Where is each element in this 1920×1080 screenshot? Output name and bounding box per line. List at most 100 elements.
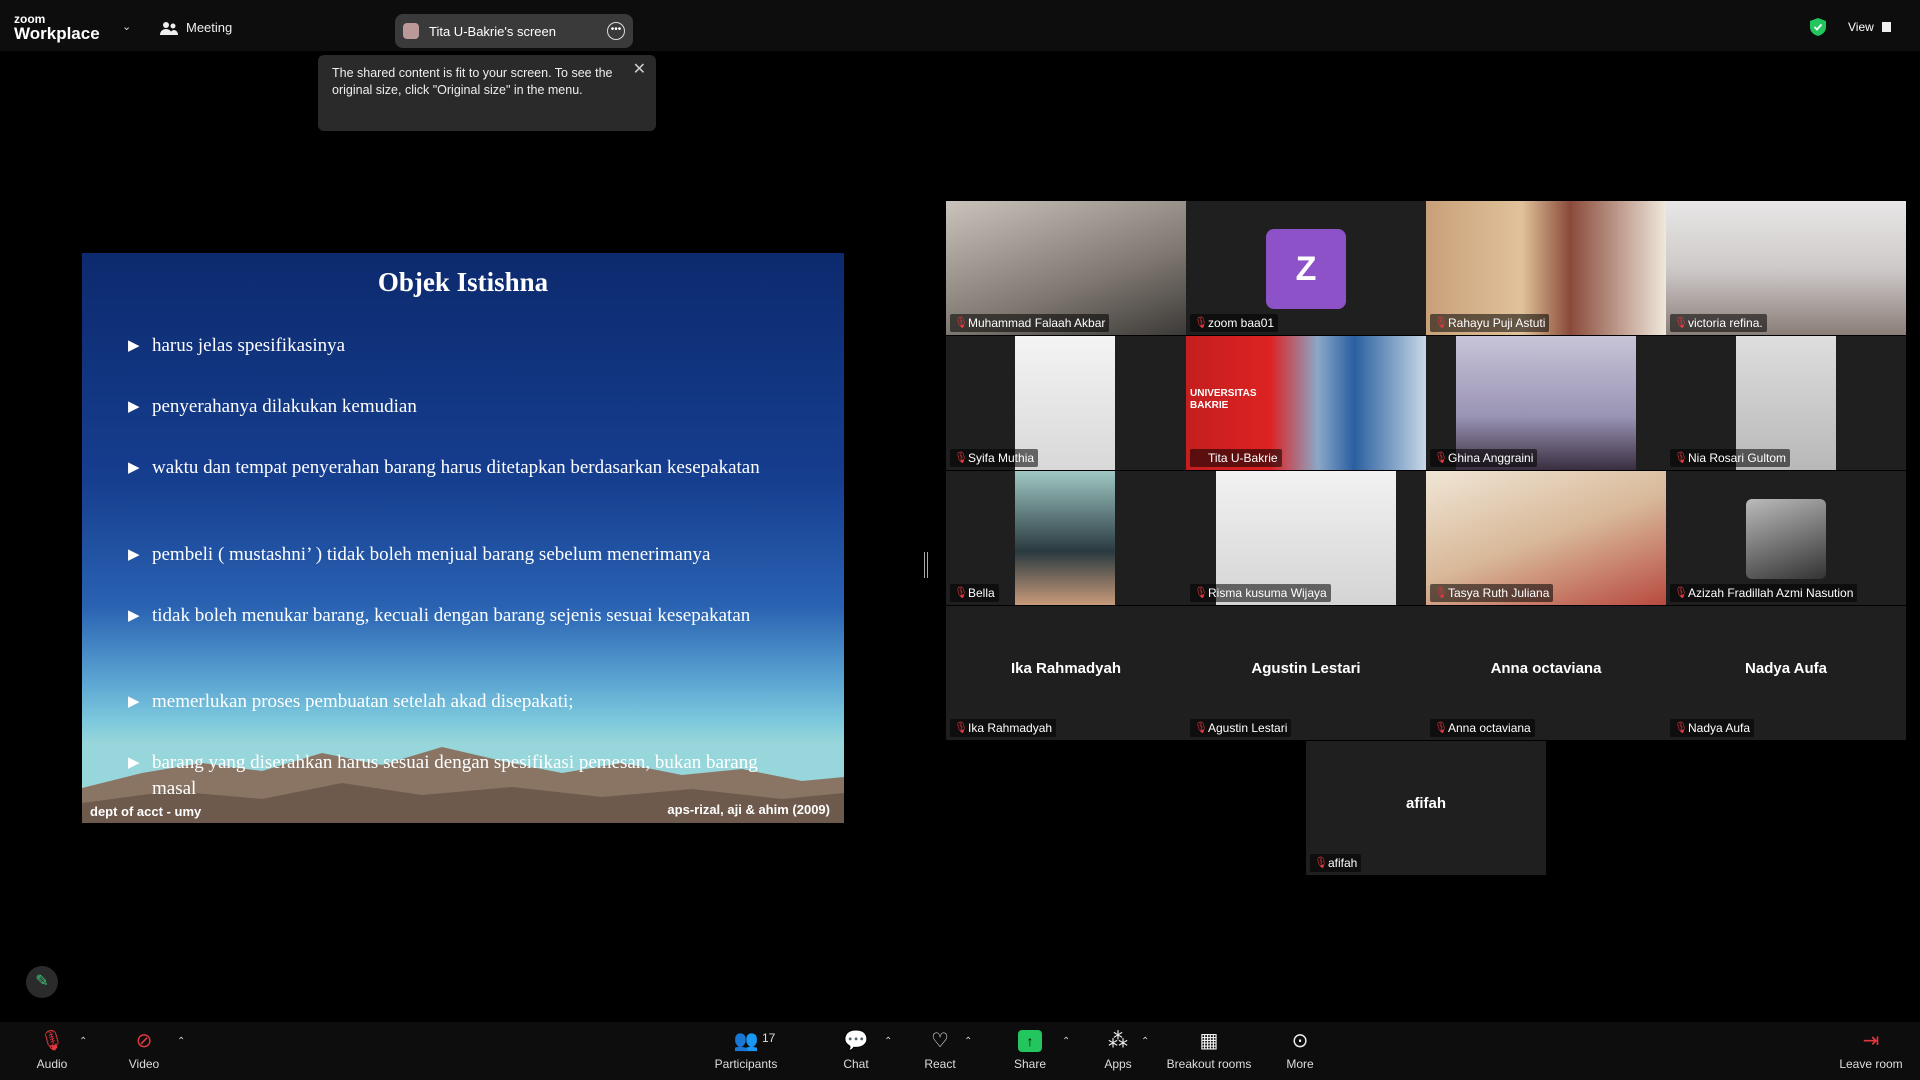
view-label: View	[1848, 20, 1874, 34]
audio-options-caret-icon[interactable]: ⌃	[79, 1036, 87, 1047]
resize-handle[interactable]	[924, 552, 928, 578]
participant-display-name: Anna octaviana	[1490, 660, 1602, 677]
participant-tile[interactable]: Nadya Aufa 🎙 Nadya Aufa	[1666, 606, 1906, 740]
chat-label: Chat	[843, 1057, 869, 1071]
shield-icon[interactable]	[1810, 18, 1826, 36]
muted-mic-icon: 🎙	[1674, 452, 1688, 464]
participant-name: 🎙 Syifa Muthia	[950, 449, 1039, 467]
more-label: More	[1286, 1057, 1314, 1071]
meeting-menu-button[interactable]: Meeting	[160, 20, 232, 35]
video-button[interactable]: ⊘ Video	[124, 1028, 164, 1071]
participant-tile[interactable]: afifah 🎙 afifah	[1306, 741, 1546, 875]
video-off-icon: ⊘	[135, 1030, 153, 1052]
video-feed	[1015, 471, 1115, 605]
annotate-pen-icon[interactable]: ✎	[26, 966, 58, 998]
participant-tile[interactable]: 🎙 Azizah Fradillah Azmi Nasution	[1666, 471, 1906, 605]
muted-mic-icon: 🎙	[39, 1030, 65, 1052]
breakout-rooms-button[interactable]: ▦ Breakout rooms	[1162, 1028, 1256, 1071]
leave-icon: ⇥	[1862, 1030, 1880, 1052]
muted-mic-icon: 🎙	[1314, 857, 1328, 869]
participants-label: Participants	[714, 1057, 778, 1071]
participant-tile[interactable]: 🎙 Muhammad Falaah Akbar	[946, 201, 1186, 335]
video-options-caret-icon[interactable]: ⌃	[177, 1036, 185, 1047]
participant-display-name: Agustin Lestari	[1251, 660, 1361, 677]
chat-button[interactable]: 💬 Chat	[836, 1028, 876, 1071]
participant-display-name: Ika Rahmadyah	[1010, 660, 1122, 677]
participant-tile[interactable]: 🎙 Risma kusuma Wijaya	[1186, 471, 1426, 605]
participant-name: 🎙 Risma kusuma Wijaya	[1190, 584, 1331, 602]
participant-tile[interactable]: Z 🎙 zoom baa01	[1186, 201, 1426, 335]
triangle-icon: ▶	[128, 755, 140, 771]
slide-title: Objek Istishna	[377, 267, 549, 297]
screen-share-indicator[interactable]: Tita U-Bakrie's screen •••	[395, 14, 633, 48]
participant-tile[interactable]: Anna octaviana 🎙 Anna octaviana	[1426, 606, 1666, 740]
react-options-caret-icon[interactable]: ⌃	[964, 1036, 972, 1047]
avatar	[1746, 499, 1826, 579]
muted-mic-icon: 🎙	[954, 722, 968, 734]
leave-label: Leave room	[1839, 1057, 1903, 1071]
view-button[interactable]: View	[1848, 20, 1891, 34]
participant-tile[interactable]: Ika Rahmadyah 🎙 Ika Rahmadyah	[946, 606, 1186, 740]
slide-bullet: ▶ pembeli ( mustashni’ ) tidak boleh menj…	[128, 542, 828, 568]
muted-mic-icon: 🎙	[1434, 722, 1448, 734]
background-banner-text: UNIVERSITAS BAKRIE	[1190, 388, 1257, 411]
logo-big-text: Workplace	[14, 24, 100, 43]
audio-label: Audio	[36, 1057, 68, 1071]
active-speaker-tile[interactable]: UNIVERSITAS BAKRIE Tita U-Bakrie	[1186, 336, 1426, 470]
participant-tile[interactable]: 🎙 victoria refina.	[1666, 201, 1906, 335]
grid-icon: ▦	[1199, 1030, 1219, 1052]
muted-mic-icon: 🎙	[1434, 317, 1448, 329]
more-options-icon[interactable]: •••	[607, 22, 625, 40]
leave-room-button[interactable]: ⇥ Leave room	[1836, 1028, 1906, 1071]
participant-name: 🎙 Tasya Ruth Juliana	[1430, 584, 1554, 602]
participant-tile[interactable]: 🎙 Bella	[946, 471, 1186, 605]
apps-label: Apps	[1104, 1057, 1132, 1071]
triangle-icon: ▶	[128, 399, 140, 415]
participant-name: Tita U-Bakrie	[1190, 449, 1282, 467]
share-options-caret-icon[interactable]: ⌃	[1062, 1036, 1070, 1047]
participant-name: 🎙 Nadya Aufa	[1670, 719, 1755, 737]
audio-button[interactable]: 🎙 Audio	[32, 1028, 72, 1071]
apps-options-caret-icon[interactable]: ⌃	[1141, 1036, 1149, 1047]
participant-display-name: afifah	[1405, 795, 1446, 812]
participant-tile[interactable]: 🎙 Rahayu Puji Astuti	[1426, 201, 1666, 335]
participants-count: 17	[762, 1031, 776, 1045]
participant-tile[interactable]: 🎙 Tasya Ruth Juliana	[1426, 471, 1666, 605]
react-button[interactable]: ♡ React	[920, 1028, 960, 1071]
participant-tile[interactable]: 🎙 Ghina Anggraini	[1426, 336, 1666, 470]
slide-bullet: ▶ waktu dan tempat penyerahan barang haru…	[128, 455, 768, 481]
meeting-toolbar: 🎙 Audio ⌃ ⊘ Video ⌃ 👥 Participants 17 💬 …	[0, 1022, 1920, 1080]
triangle-icon: ▶	[128, 547, 140, 563]
participant-name: 🎙 victoria refina.	[1670, 314, 1767, 332]
muted-mic-icon: 🎙	[1674, 587, 1688, 599]
slide-footer-right: aps-rizal, aji & ahim (2009)	[667, 802, 830, 817]
triangle-icon: ▶	[128, 608, 140, 624]
breakout-label: Breakout rooms	[1166, 1057, 1252, 1071]
apps-button[interactable]: ⁂ Apps	[1098, 1028, 1138, 1071]
tooltip-text: The shared content is fit to your screen…	[332, 66, 613, 97]
share-button[interactable]: ↑ Share	[1010, 1028, 1050, 1071]
muted-mic-icon: 🎙	[1674, 317, 1688, 329]
zoom-logo[interactable]: zoom Workplace	[14, 13, 100, 42]
participant-name: 🎙 afifah	[1310, 854, 1362, 872]
triangle-icon: ▶	[128, 460, 140, 476]
muted-mic-icon: 🎙	[954, 587, 968, 599]
participant-tile[interactable]: 🎙 Syifa Muthia	[946, 336, 1186, 470]
more-button[interactable]: ⊙ More	[1280, 1028, 1320, 1071]
close-icon[interactable]: ✕	[633, 61, 646, 78]
chat-options-caret-icon[interactable]: ⌃	[884, 1036, 892, 1047]
participant-tile[interactable]: Agustin Lestari 🎙 Agustin Lestari	[1186, 606, 1426, 740]
slide-bullet: ▶ memerlukan proses pembuatan setelah aka…	[128, 689, 828, 715]
participant-name: 🎙 Bella	[950, 584, 999, 602]
slide-bullet: ▶ tidak boleh menukar barang, kecuali den…	[128, 603, 768, 629]
muted-mic-icon: 🎙	[1194, 722, 1208, 734]
participant-tile[interactable]: 🎙 Nia Rosari Gultom	[1666, 336, 1906, 470]
heart-icon: ♡	[931, 1030, 949, 1052]
chevron-down-icon[interactable]: ⌄	[122, 20, 131, 33]
share-label: Share	[1013, 1057, 1047, 1071]
participant-display-name: Nadya Aufa	[1745, 660, 1827, 677]
share-screen-icon: ↑	[1018, 1030, 1042, 1052]
participant-name: 🎙 Anna octaviana	[1430, 719, 1535, 737]
slide-bullet: ▶ penyerahanya dilakukan kemudian	[128, 394, 828, 420]
grid-icon	[1881, 22, 1891, 32]
